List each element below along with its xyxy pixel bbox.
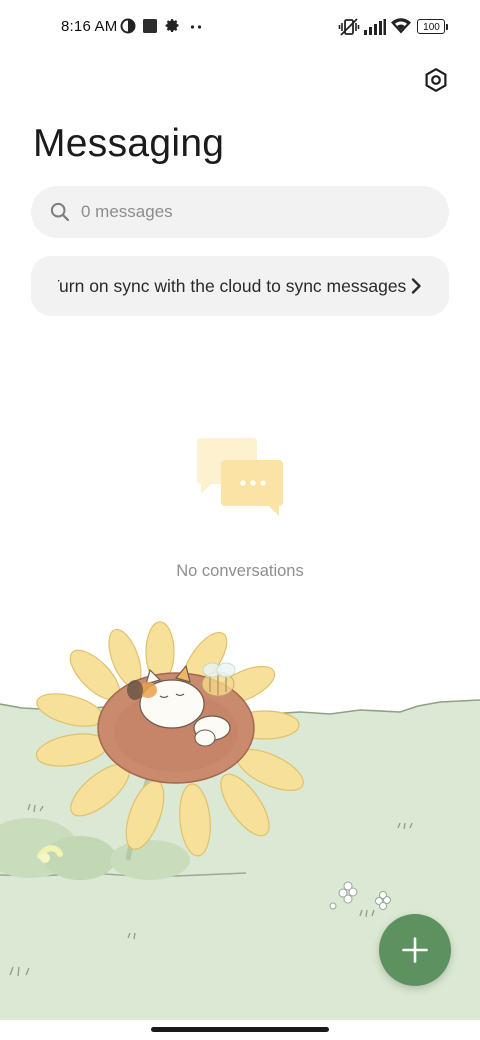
wifi-icon [391,18,411,34]
battery-icon: 100 [417,19,448,34]
settings-gear-icon [165,19,179,32]
empty-state-label: No conversations [176,562,304,580]
battery-level: 100 [423,21,440,33]
vibrate-icon [338,18,360,36]
status-bar: 8:16 AM 100 [0,0,480,56]
search-field[interactable] [31,186,449,238]
page-title: Messaging [33,122,225,165]
data-saver-icon [120,18,136,34]
settings-button[interactable] [420,64,452,96]
status-time: 8:16 AM [61,18,118,35]
chat-bubbles-icon [197,438,283,516]
square-notification-icon [143,19,157,33]
sync-banner-text: Turn on sync with the cloud to sync mess… [58,276,407,296]
search-input[interactable] [81,186,421,238]
more-dots-icon [190,25,202,29]
plus-icon [402,937,428,963]
home-indicator[interactable] [151,1027,329,1032]
new-conversation-button[interactable] [379,914,451,986]
sync-text-viewport: Turn on sync with the cloud to sync mess… [58,256,424,316]
search-icon [50,202,70,222]
chevron-right-icon [411,278,421,294]
settings-hexagon-icon [425,68,447,92]
signal-icon [364,19,386,35]
sync-banner[interactable]: Turn on sync with the cloud to sync mess… [31,256,449,316]
